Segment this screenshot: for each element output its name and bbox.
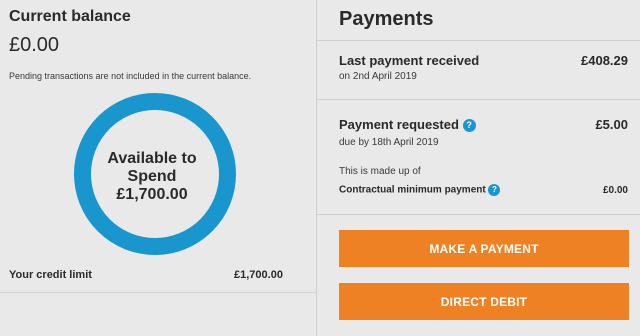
divider-line bbox=[317, 99, 640, 100]
payment-due-date: due by 18th April 2019 bbox=[339, 137, 439, 148]
last-payment-date: on 2nd April 2019 bbox=[339, 71, 417, 82]
current-balance-title: Current balance bbox=[9, 8, 131, 25]
available-to-spend-text: Available to Spend £1,700.00 bbox=[88, 150, 216, 204]
contractual-minimum-value: £0.00 bbox=[602, 185, 628, 196]
payments-panel: Payments Last payment received on 2nd Ap… bbox=[317, 0, 640, 336]
last-payment-value: £408.29 bbox=[581, 53, 628, 68]
direct-debit-button[interactable]: DIRECT DEBIT bbox=[339, 283, 629, 320]
divider-line bbox=[0, 292, 316, 293]
available-amount: £1,700.00 bbox=[116, 186, 188, 203]
help-icon[interactable]: ? bbox=[462, 119, 476, 133]
balance-panel: Current balance £0.00 Pending transactio… bbox=[0, 0, 316, 336]
last-payment-label: Last payment received bbox=[339, 53, 480, 68]
contractual-minimum-row: Contractual minimum payment ? bbox=[339, 184, 501, 196]
payment-requested-row: Payment requested ? bbox=[339, 117, 476, 133]
divider-line bbox=[317, 214, 640, 215]
available-line1: Available to bbox=[107, 150, 197, 167]
payment-requested-value: £5.00 bbox=[595, 117, 628, 132]
made-up-of-text: This is made up of bbox=[339, 166, 421, 177]
make-payment-button[interactable]: MAKE A PAYMENT bbox=[339, 230, 629, 267]
payments-title: Payments bbox=[339, 8, 434, 30]
current-balance-amount: £0.00 bbox=[9, 34, 60, 56]
payment-requested-label: Payment requested bbox=[339, 117, 459, 132]
credit-limit-value: £1,700.00 bbox=[234, 269, 283, 281]
help-icon[interactable]: ? bbox=[488, 184, 501, 196]
divider-line bbox=[317, 40, 640, 41]
contractual-minimum-label: Contractual minimum payment bbox=[339, 184, 486, 196]
pending-note: Pending transactions are not included in… bbox=[9, 71, 252, 81]
credit-limit-label: Your credit limit bbox=[9, 269, 92, 281]
available-line2: Spend bbox=[127, 168, 177, 185]
